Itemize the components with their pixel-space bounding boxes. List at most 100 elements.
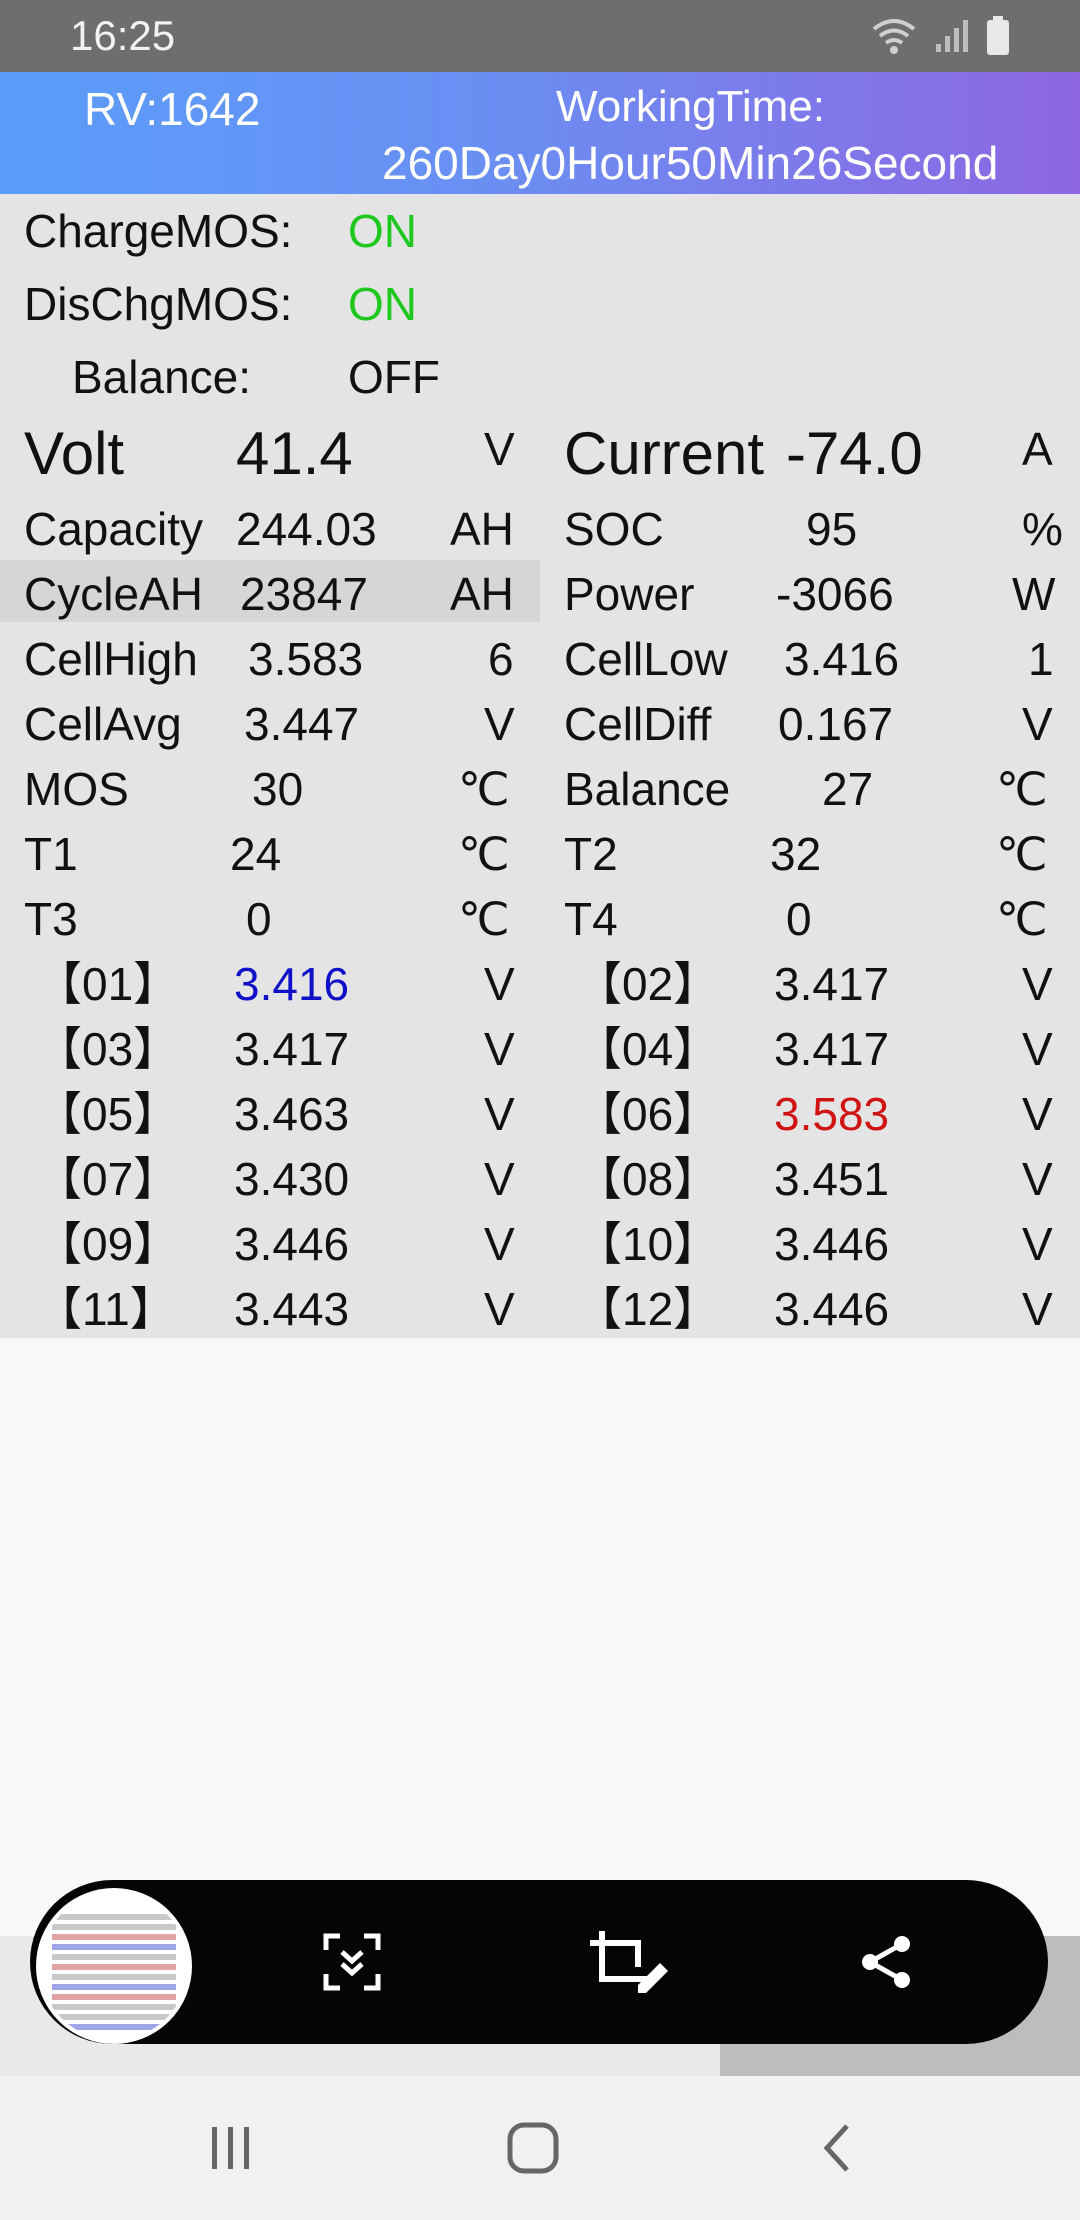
t2-value: 32 bbox=[770, 828, 822, 880]
celllow-value: 3.416 bbox=[784, 633, 900, 685]
crop-edit-button[interactable] bbox=[578, 1912, 678, 2012]
cell-01-value: 3.416 bbox=[234, 958, 350, 1010]
cell-01-label: 【01】 bbox=[36, 958, 180, 1010]
power-value: -3066 bbox=[776, 568, 894, 620]
cell-12-value: 3.446 bbox=[774, 1283, 890, 1335]
mos-temp-label: MOS bbox=[24, 763, 129, 815]
discharge-mos-value: ON bbox=[348, 278, 417, 330]
celllow-index: 1 bbox=[1028, 633, 1054, 685]
back-icon bbox=[823, 2124, 849, 2172]
cell-11-unit: V bbox=[484, 1283, 515, 1335]
cell-05-value: 3.463 bbox=[234, 1088, 350, 1140]
balance-status-label: Balance: bbox=[72, 351, 252, 403]
celllow-label: CellLow bbox=[564, 633, 728, 685]
cellavg-label: CellAvg bbox=[24, 698, 182, 750]
cell-06-unit: V bbox=[1022, 1088, 1053, 1140]
thumbnail-preview bbox=[52, 1910, 176, 2034]
cell-10-value: 3.446 bbox=[774, 1218, 890, 1270]
cell-07-label: 【07】 bbox=[36, 1153, 180, 1205]
cell-04-unit: V bbox=[1022, 1023, 1053, 1075]
cell-11-value: 3.443 bbox=[234, 1283, 350, 1335]
t4-value: 0 bbox=[786, 893, 812, 945]
cell-04-value: 3.417 bbox=[774, 1023, 890, 1075]
cell-02-label: 【02】 bbox=[576, 958, 720, 1010]
screenshot-thumbnail[interactable] bbox=[36, 1888, 192, 2044]
cell-07-value: 3.430 bbox=[234, 1153, 350, 1205]
cell-06-label: 【06】 bbox=[576, 1088, 720, 1140]
back-button[interactable] bbox=[792, 2112, 882, 2184]
cell-09-value: 3.446 bbox=[234, 1218, 350, 1270]
share-icon bbox=[862, 1936, 910, 1988]
home-button[interactable] bbox=[488, 2112, 578, 2184]
balance-temp-label: Balance bbox=[564, 763, 731, 815]
rv-label: RV:1642 bbox=[84, 83, 261, 135]
t1-label: T1 bbox=[24, 828, 78, 880]
power-label: Power bbox=[564, 568, 695, 620]
balance-temp-unit: ℃ bbox=[996, 763, 1048, 815]
scroll-capture-button[interactable] bbox=[302, 1912, 402, 2012]
discharge-mos-label: DisChgMOS: bbox=[24, 278, 293, 330]
cellavg-value: 3.447 bbox=[244, 698, 360, 750]
cellavg-unit: V bbox=[484, 698, 515, 750]
capacity-label: Capacity bbox=[24, 503, 203, 555]
cell-03-unit: V bbox=[484, 1023, 515, 1075]
status-icons bbox=[870, 16, 1010, 56]
charge-mos-value: ON bbox=[348, 205, 417, 257]
cell-10-label: 【10】 bbox=[576, 1218, 720, 1270]
scroll-capture-icon bbox=[323, 1933, 381, 1991]
t2-unit: ℃ bbox=[996, 828, 1048, 880]
capacity-unit: AH bbox=[450, 503, 514, 555]
cell-08-unit: V bbox=[1022, 1153, 1053, 1205]
t2-label: T2 bbox=[564, 828, 618, 880]
cellhigh-label: CellHigh bbox=[24, 633, 198, 685]
cell-04-label: 【04】 bbox=[576, 1023, 720, 1075]
current-value: -74.0 bbox=[786, 420, 923, 487]
cycleah-unit: AH bbox=[450, 568, 514, 620]
celldiff-label: CellDiff bbox=[564, 698, 712, 750]
cycleah-value: 23847 bbox=[240, 568, 368, 620]
cell-03-label: 【03】 bbox=[36, 1023, 180, 1075]
share-button[interactable] bbox=[836, 1912, 936, 2012]
soc-label: SOC bbox=[564, 503, 664, 555]
crop-edit-icon bbox=[590, 1931, 668, 1993]
system-nav-bar bbox=[0, 2076, 1080, 2220]
cell-07-unit: V bbox=[484, 1153, 515, 1205]
home-icon bbox=[507, 2122, 559, 2174]
t4-unit: ℃ bbox=[996, 893, 1048, 945]
balance-temp-value: 27 bbox=[822, 763, 874, 815]
power-unit: W bbox=[1012, 568, 1056, 620]
recent-apps-button[interactable] bbox=[186, 2112, 276, 2184]
cell-06-value: 3.583 bbox=[774, 1088, 890, 1140]
mos-temp-value: 30 bbox=[252, 763, 304, 815]
screenshot-toolbar bbox=[30, 1880, 1048, 2044]
wifi-icon bbox=[872, 19, 916, 54]
cell-02-unit: V bbox=[1022, 958, 1053, 1010]
status-time: 16:25 bbox=[70, 12, 176, 59]
t3-value: 0 bbox=[246, 893, 272, 945]
t3-unit: ℃ bbox=[458, 893, 510, 945]
balance-status-value: OFF bbox=[348, 351, 440, 403]
bms-data-panel: ChargeMOS: ON DisChgMOS: ON Balance: OFF… bbox=[0, 194, 1080, 1338]
app-header: RV:1642 WorkingTime: 260Day0Hour50Min26S… bbox=[0, 72, 1080, 194]
cell-08-value: 3.451 bbox=[774, 1153, 890, 1205]
cycleah-label: CycleAH bbox=[24, 568, 203, 620]
celldiff-value: 0.167 bbox=[778, 698, 894, 750]
t1-value: 24 bbox=[230, 828, 282, 880]
status-bar: 16:25 bbox=[0, 0, 1080, 72]
cell-02-value: 3.417 bbox=[774, 958, 890, 1010]
cell-12-unit: V bbox=[1022, 1283, 1053, 1335]
cellhigh-value: 3.583 bbox=[248, 633, 364, 685]
current-unit: A bbox=[1022, 423, 1053, 475]
signal-icon bbox=[936, 20, 968, 52]
soc-value: 95 bbox=[806, 503, 858, 555]
cell-11-label: 【11】 bbox=[36, 1283, 176, 1335]
cell-05-label: 【05】 bbox=[36, 1088, 180, 1140]
battery-icon bbox=[987, 16, 1009, 55]
current-label: Current bbox=[564, 420, 765, 487]
charge-mos-label: ChargeMOS: bbox=[24, 205, 293, 257]
t1-unit: ℃ bbox=[458, 828, 510, 880]
mos-temp-unit: ℃ bbox=[458, 763, 510, 815]
volt-label: Volt bbox=[24, 420, 125, 487]
recent-apps-icon bbox=[212, 2127, 249, 2169]
soc-unit: % bbox=[1022, 503, 1063, 555]
